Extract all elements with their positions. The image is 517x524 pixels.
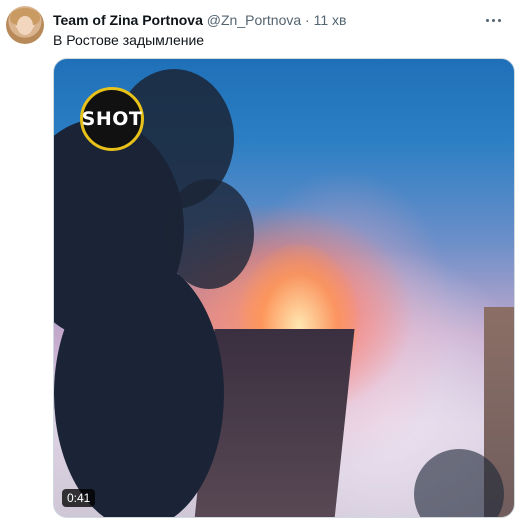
tweet-time[interactable]: 11 хв [314,12,347,28]
more-options-button[interactable] [481,8,505,32]
shot-logo-text: SHOT [81,108,143,130]
tweet-header: Team of Zina Portnova @Zn_Portnova · 11 … [53,10,477,30]
avatar-face [17,16,33,35]
separator-dot: · [305,12,310,28]
tweet[interactable]: Team of Zina Portnova @Zn_Portnova · 11 … [0,0,517,524]
video-duration: 0:41 [62,489,96,507]
video-player[interactable]: SHOT 0:41 [53,58,515,518]
tweet-text: В Ростове задымление [53,32,205,48]
author-avatar[interactable] [6,6,44,44]
tree-silhouette [164,179,254,289]
author-handle[interactable]: @Zn_Portnova [207,12,301,28]
more-horizontal-icon [485,18,489,22]
tree-silhouette [54,259,224,517]
author-name[interactable]: Team of Zina Portnova [53,12,203,28]
shot-logo: SHOT [80,87,144,151]
